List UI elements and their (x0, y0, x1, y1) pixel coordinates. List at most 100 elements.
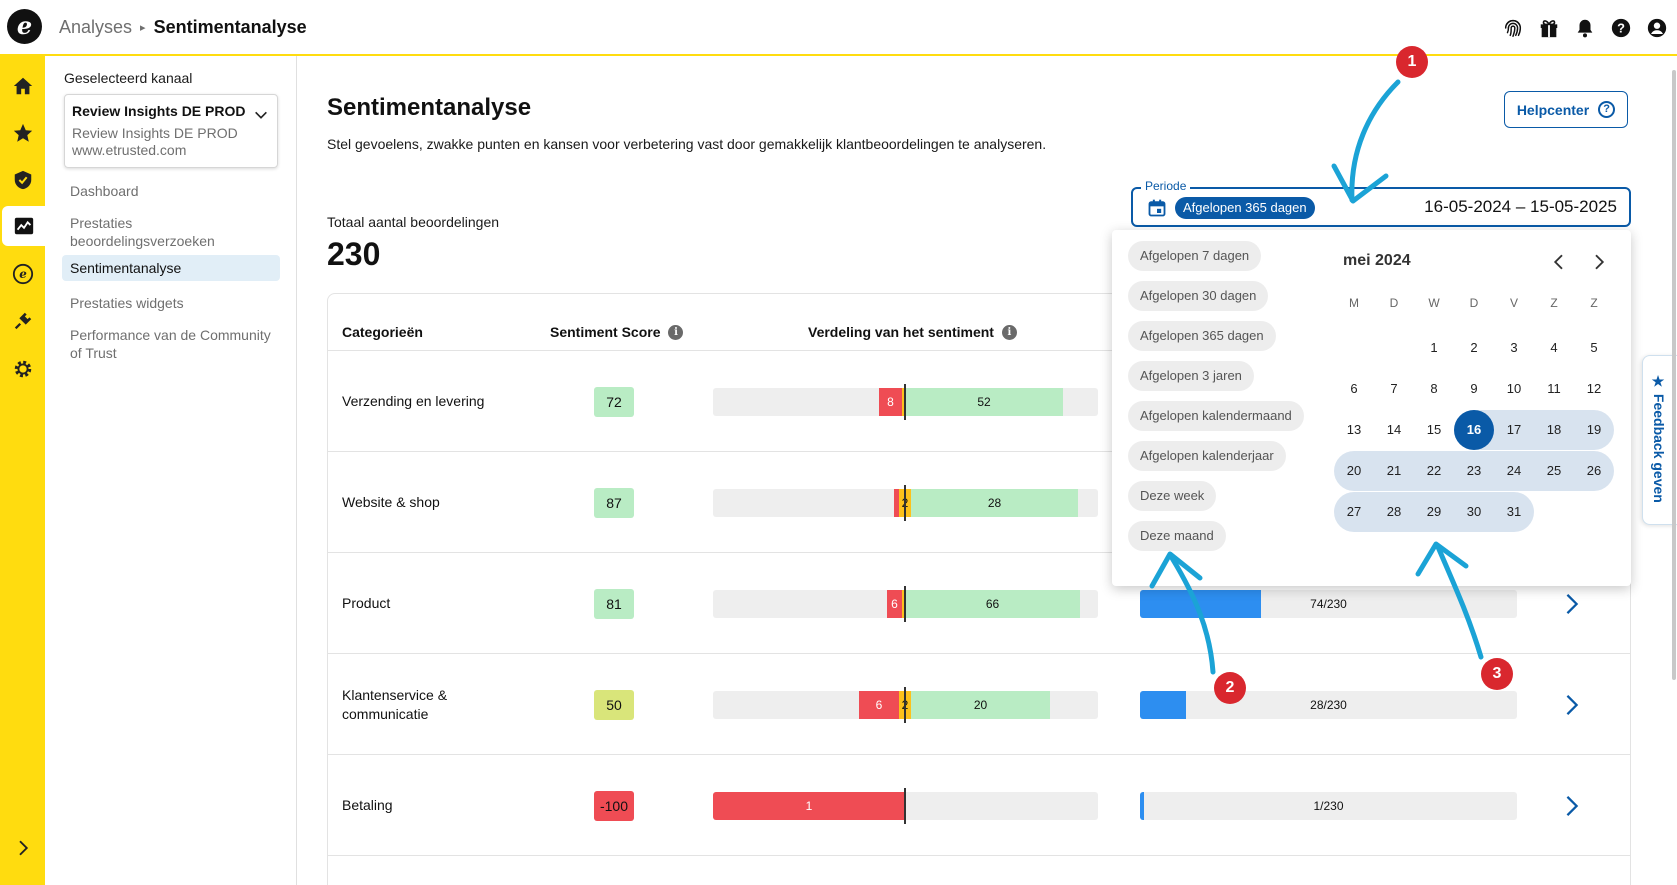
positive-segment: 28 (911, 489, 1078, 517)
chevron-left-icon[interactable] (1550, 252, 1568, 272)
calendar-day[interactable]: 14 (1374, 410, 1414, 450)
channel-sub-name: Review Insights DE PROD (72, 125, 238, 141)
preset-last-calendar-year[interactable]: Afgelopen kalenderjaar (1128, 441, 1286, 471)
header-distribution-label: Verdeling van het sentiment (808, 324, 994, 340)
total-reviews-label: Totaal aantal beoordelingen (327, 214, 500, 230)
rail-settings[interactable] (2, 349, 43, 389)
channel-subtitle: Review Insights DE PROD www.etrusted.com (72, 125, 270, 159)
calendar-day[interactable]: 11 (1534, 369, 1574, 409)
preset-last-7-days[interactable]: Afgelopen 7 dagen (1128, 241, 1262, 271)
calendar-day[interactable]: 6 (1334, 369, 1374, 409)
calendar-day[interactable]: 22 (1414, 451, 1454, 491)
calendar-day[interactable]: 9 (1454, 369, 1494, 409)
question-icon: ? (1598, 101, 1616, 118)
home-icon (13, 77, 32, 95)
nav-widget-performance[interactable]: Prestaties widgets (62, 290, 280, 316)
etrusted-logo[interactable]: e (7, 9, 42, 44)
negative-segment: 8 (879, 388, 902, 416)
calendar-day[interactable]: 18 (1534, 410, 1574, 450)
calendar-day[interactable]: 2 (1454, 328, 1494, 368)
calendar-day[interactable]: 8 (1414, 369, 1454, 409)
sentiment-score: 72 (594, 387, 634, 417)
preset-last-calendar-month[interactable]: Afgelopen kalendermaand (1128, 401, 1304, 431)
rail-analyses[interactable] (2, 206, 45, 246)
preset-last-3-years[interactable]: Afgelopen 3 jaren (1128, 361, 1254, 391)
calendar-day[interactable]: 5 (1574, 328, 1614, 368)
period-picker-field[interactable]: Periode Afgelopen 365 dagen 16-05-2024 –… (1131, 179, 1631, 227)
rail-home[interactable] (2, 66, 43, 106)
calendar-day[interactable]: 28 (1374, 492, 1414, 532)
top-icons: ? (1501, 16, 1669, 40)
calendar-day[interactable]: 4 (1534, 328, 1574, 368)
zero-line (904, 687, 906, 723)
sentiment-distribution-bar: 6 2 20 (713, 687, 1098, 723)
calendar-day[interactable]: 15 (1414, 410, 1454, 450)
breadcrumb-analyses[interactable]: Analyses (59, 17, 132, 37)
fingerprint-icon[interactable] (1501, 16, 1525, 40)
weekday-wed: W (1428, 296, 1440, 310)
calendar-day[interactable]: 21 (1374, 451, 1414, 491)
rail-reviews[interactable] (2, 113, 43, 153)
calendar-month-title: mei 2024 (1343, 252, 1411, 269)
calendar-day[interactable]: 20 (1334, 451, 1374, 491)
preset-this-month[interactable]: Deze maand (1128, 521, 1226, 551)
sentiment-distribution-bar: 8 52 (713, 384, 1098, 420)
header-categories-label: Categorieën (342, 324, 423, 340)
calendar-day[interactable]: 13 (1334, 410, 1374, 450)
calendar-day[interactable]: 23 (1454, 451, 1494, 491)
scrollbar[interactable] (1672, 70, 1676, 680)
helpcenter-button[interactable]: Helpcenter ? (1504, 91, 1628, 128)
nav-dashboard[interactable]: Dashboard (62, 178, 280, 204)
rail-expand[interactable] (2, 828, 43, 868)
nav-community-of-trust[interactable]: Performance van de Community of Trust (62, 322, 280, 366)
analytics-icon (14, 217, 33, 235)
bell-icon[interactable] (1573, 16, 1597, 40)
feedback-label: ★ Feedback geven (1651, 374, 1667, 503)
preset-last-30-days[interactable]: Afgelopen 30 dagen (1128, 281, 1269, 311)
chevron-down-icon (255, 111, 267, 119)
chevron-right-icon[interactable] (1590, 252, 1608, 272)
calendar-day[interactable]: 7 (1374, 369, 1414, 409)
calendar-day[interactable]: 27 (1334, 492, 1374, 532)
calendar-day[interactable]: 24 (1494, 451, 1534, 491)
calendar-day[interactable]: 16 (1454, 410, 1494, 450)
preset-this-week[interactable]: Deze week (1128, 481, 1217, 511)
chevron-right-icon[interactable] (1561, 793, 1583, 819)
calendar-day[interactable]: 29 (1414, 492, 1454, 532)
positive-segment: 66 (905, 590, 1080, 618)
calendar-day[interactable]: 3 (1494, 328, 1534, 368)
nav-sentiment-analysis[interactable]: Sentimentanalyse (62, 255, 280, 281)
nav-request-performance[interactable]: Prestaties beoordelingsverzoeken (62, 210, 280, 254)
chevron-right-icon (18, 840, 28, 856)
calendar-day[interactable]: 26 (1574, 451, 1614, 491)
channel-selector[interactable]: Review Insights DE PROD Review Insights … (64, 94, 278, 168)
preset-last-365-days[interactable]: Afgelopen 365 dagen (1128, 321, 1276, 351)
calendar-day[interactable]: 25 (1534, 451, 1574, 491)
info-icon[interactable]: i (668, 324, 684, 340)
zero-line (904, 485, 906, 521)
calendar-day[interactable]: 1 (1414, 328, 1454, 368)
gift-icon[interactable] (1537, 16, 1561, 40)
account-icon[interactable] (1645, 16, 1669, 40)
calendar-day[interactable]: 31 (1494, 492, 1534, 532)
calendar-day[interactable]: 30 (1454, 492, 1494, 532)
rail-integrations[interactable] (2, 301, 43, 341)
info-icon[interactable]: i (1001, 324, 1017, 340)
calendar-day[interactable]: 17 (1494, 410, 1534, 450)
table-row[interactable]: Betaling -100 1 1/230 (328, 755, 1630, 856)
selected-period-chip[interactable]: Afgelopen 365 dagen (1175, 197, 1315, 219)
rail-trust[interactable] (2, 160, 43, 200)
calendar-day[interactable]: 12 (1574, 369, 1614, 409)
rail-etrusted[interactable]: e (2, 254, 43, 294)
chevron-right-icon[interactable] (1561, 591, 1583, 617)
chevron-right-icon[interactable] (1561, 692, 1583, 718)
calendar-day[interactable]: 10 (1494, 369, 1534, 409)
calendar-day[interactable]: 19 (1574, 410, 1614, 450)
category-name: Website & shop (342, 494, 440, 510)
channel-sub-url: www.etrusted.com (72, 142, 187, 158)
table-row[interactable]: Klantenservice & communicatie 50 6 2 20 … (328, 654, 1630, 755)
etrusted-coin-icon: e (12, 263, 33, 285)
zero-line (904, 384, 906, 420)
help-icon[interactable]: ? (1609, 16, 1633, 40)
header-distribution: Verdeling van het sentiment i (808, 324, 1017, 340)
